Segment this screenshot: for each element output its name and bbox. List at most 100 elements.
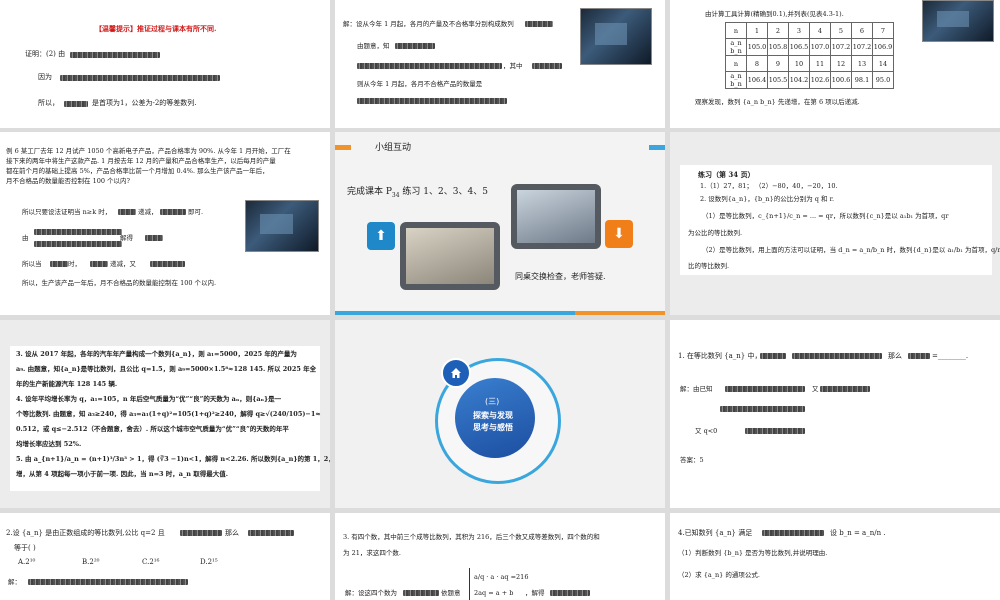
table-cell: 7 xyxy=(872,22,894,39)
solution-line: 所以当 xyxy=(22,260,42,268)
formula-blur xyxy=(762,530,824,536)
example-text: 例 6 某工厂去年 12 月试产 1050 个高新电子产品，产品合格率为 90%… xyxy=(6,147,291,155)
solution-line: 解得 xyxy=(120,234,133,242)
motherboard-image xyxy=(922,0,994,42)
formula-blur xyxy=(550,590,590,596)
formula-blur xyxy=(792,353,882,359)
table-cell: 8 xyxy=(746,55,768,72)
table-row: n1234567 xyxy=(725,22,894,39)
answer-line: 2. 设数列{a_n}，{b_n}的公比分别为 q 和 r. xyxy=(700,195,835,203)
slide-thumb-12[interactable]: 4.已知数列 {a_n} 满足 设 b_n = a_n/n . （1）判断数列 … xyxy=(670,513,1000,600)
up-arrow-icon[interactable]: ⬆ xyxy=(367,222,395,250)
table-cell: 12 xyxy=(830,55,852,72)
table-cell: 5 xyxy=(830,22,852,39)
slide-thumb-4[interactable]: 例 6 某工厂去年 12 月试产 1050 个高新电子产品，产品合格率为 90%… xyxy=(0,132,330,315)
formula-blur xyxy=(34,241,122,247)
table-cell: 6 xyxy=(851,22,873,39)
option-a: A.2¹⁰ xyxy=(18,558,36,566)
solution-line: ，解得 xyxy=(525,589,545,597)
slide-thumb-9[interactable]: 1. 在等比数列 {a_n} 中， 那么 =________. 解：由已知 又 … xyxy=(670,320,1000,508)
solution-line: 时， xyxy=(68,260,81,268)
formula-blur xyxy=(403,590,439,596)
table-cell: 11 xyxy=(809,55,831,72)
proof-line: 证明：(2) 由 xyxy=(25,50,66,58)
table-cell: 100.6 xyxy=(830,71,852,89)
formula-blur xyxy=(720,406,805,412)
table-cell: 106.9 xyxy=(872,38,894,56)
solution-line: 递减， xyxy=(138,208,158,216)
table-cell: 9 xyxy=(767,55,789,72)
table-cell: 104.2 xyxy=(788,71,810,89)
table-cell: 105.8 xyxy=(767,38,789,56)
solution-line: 解：由已知 xyxy=(680,385,713,393)
answer-line: 比的等比数列. xyxy=(688,262,730,270)
question-text: 设 b_n = a_n/n . xyxy=(830,529,886,537)
table-caption: 由计算工具计算(精确到0.1),并列表(见表4.3-1). xyxy=(705,10,844,18)
formula-blur xyxy=(118,209,136,215)
section-title-1: 探索与发现 xyxy=(473,411,513,420)
answer-line: 为公比的等比数列. xyxy=(688,229,743,237)
bottom-bar-blue xyxy=(335,311,575,315)
slide-thumb-2[interactable]: 解：设从今年 1 月起，各月的产量及不合格率分别构成数列 由题意，知 ，其中 则… xyxy=(335,0,665,128)
slide-thumb-6[interactable]: 练习（第 34 页） 1.（1）27，81； （2）−80，40，−20，10.… xyxy=(670,132,1000,315)
table-row-header: n xyxy=(725,22,747,39)
answer-line: （1）是等比数列，c_{n+1}/c_n = ... = qr，所以数列{c_n… xyxy=(702,212,949,220)
data-table: n 1 2 3 4 5 6 7 a_n b_n 105.0 105.8 106.5 107.0 107.2… xyxy=(725,22,894,89)
formula-blur xyxy=(34,229,122,235)
solution-line: 又 q<0 xyxy=(695,427,718,435)
solution-line: 则从今年 1 月起，各月不合格产品的数量是 xyxy=(357,80,483,88)
solution-line: 由 xyxy=(22,234,29,242)
bottom-bar-orange xyxy=(575,311,665,315)
slide-thumb-11[interactable]: 3. 有四个数，其中前三个成等比数列，其积为 216，后三个数又成等差数列，四个… xyxy=(335,513,665,600)
down-arrow-icon[interactable]: ⬇ xyxy=(605,220,633,248)
formula-blur xyxy=(150,261,185,267)
table-row-header: a_n b_n xyxy=(725,71,747,89)
table-cell: 2 xyxy=(767,22,789,39)
answer-line: 3. 设从 2017 年起，各年的汽车年产量构成一个数列{a_n}，则 a₁=5… xyxy=(16,350,297,358)
solution-line: 解：设从今年 1 月起，各月的产量及不合格率分别构成数列 xyxy=(343,20,514,28)
answer-line: 4. 设年平均增长率为 q，a₁=105，n 年后空气质量为“优”“良”的天数为… xyxy=(16,395,282,403)
formula-blur xyxy=(357,63,502,69)
answer-line: 年的生产新能源汽车 128 145 辆. xyxy=(16,380,118,388)
solution-line: 解： xyxy=(8,578,21,586)
table-cell: 105.0 xyxy=(746,38,768,56)
answer-line: 个等比数列. 由题意，知 a₃≥240，得 a₃=a₁(1+q)²=105(1+… xyxy=(16,410,321,418)
slide-thumb-1[interactable]: 【温馨提示】推证过程与课本有所不同. 证明：(2) 由 因为 所以， 是首项为1… xyxy=(0,0,330,128)
formula-blur xyxy=(908,353,930,359)
slide-thumb-8[interactable]: (三) 探索与发现 思考与感悟 xyxy=(335,320,665,508)
table-cell: 106.5 xyxy=(788,38,810,56)
answer-line: a₉. 由题意，知{a_n}是等比数列，且公比 q=1.5，则 a₉=5000×… xyxy=(16,365,317,373)
table-cell: 3 xyxy=(788,22,810,39)
answer-line: （2）是等比数列，用上面的方法可以证明，当 d_n = a_n/b_n 时，数列… xyxy=(702,246,1000,254)
answer-line: 增，从第 4 项起每一项小于前一项. 因此，当 n=3 时，a_n 取得最大值. xyxy=(16,470,229,478)
home-icon xyxy=(451,368,461,378)
slide-thumb-7[interactable]: 3. 设从 2017 年起，各年的汽车年产量构成一个数列{a_n}，则 a₁=5… xyxy=(0,320,330,508)
slide-title: 小组互动 xyxy=(375,143,412,153)
table-row-header: n xyxy=(725,55,747,72)
slide-thumb-3[interactable]: 由计算工具计算(精确到0.1),并列表(见表4.3-1). n 1 2 3 4 5 6 7 a_… xyxy=(670,0,1000,128)
formula-blur xyxy=(160,209,186,215)
table-cell: 95.0 xyxy=(872,71,894,89)
formula-blur xyxy=(60,75,220,81)
motherboard-image xyxy=(245,200,319,252)
sub-question: （2）求 {a_n} 的通项公式. xyxy=(678,571,760,579)
solution-line: 递减，又 xyxy=(110,260,136,268)
slide-thumb-5[interactable]: 小组互动 完成课本 P34 练习 1、2、3、4、5 ⬆ ⬇ 同桌交换检查，老师… xyxy=(335,132,665,315)
formula-blur xyxy=(725,386,805,392)
table-cell: 107.0 xyxy=(809,38,831,56)
answer-line: 1.（1）27，81； （2）−80，40，−20，10. xyxy=(700,182,838,190)
formula-blur xyxy=(760,353,786,359)
home-button[interactable] xyxy=(441,358,471,388)
instruction: 完成课本 P34 练习 1、2、3、4、5 xyxy=(347,187,488,199)
proof-line: 因为 xyxy=(38,73,52,81)
solution-line: 所以，生产该产品一年后，月不合格品的数量能控制在 100 个以内. xyxy=(22,279,217,287)
solution-line: ，其中 xyxy=(503,62,523,70)
section-title-2: 思考与感悟 xyxy=(473,423,513,432)
exercise-title: 练习（第 34 页） xyxy=(698,170,755,179)
solution-line: 解：设这四个数为 xyxy=(345,589,397,597)
motherboard-image xyxy=(580,8,652,65)
question-text: 等于( ) xyxy=(14,544,36,552)
slide-thumb-10[interactable]: 2.设 {a_n} 是由正数组成的等比数列,公比 q=2 且 那么 等于( ) … xyxy=(0,513,330,600)
sub-question: （1）判断数列 {b_n} 是否为等比数列,并说明理由. xyxy=(678,549,828,557)
formula-blur xyxy=(357,98,507,104)
